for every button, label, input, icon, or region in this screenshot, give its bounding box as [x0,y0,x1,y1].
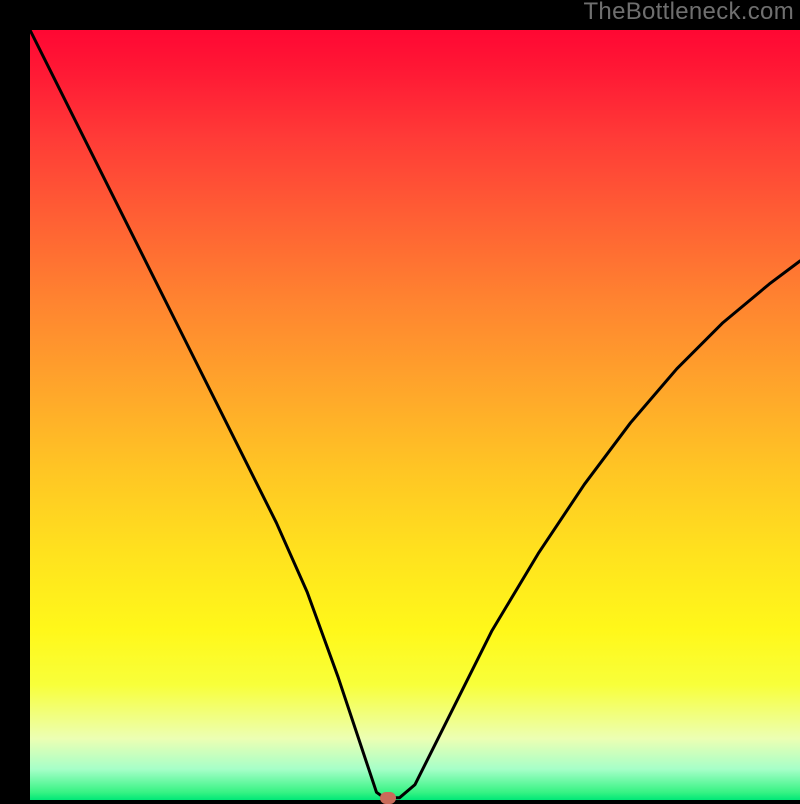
chart-frame [15,15,785,785]
watermark-text: TheBottleneck.com [583,0,794,26]
bottleneck-curve [30,30,800,800]
minimum-marker [380,792,396,804]
plot-area [30,30,800,800]
